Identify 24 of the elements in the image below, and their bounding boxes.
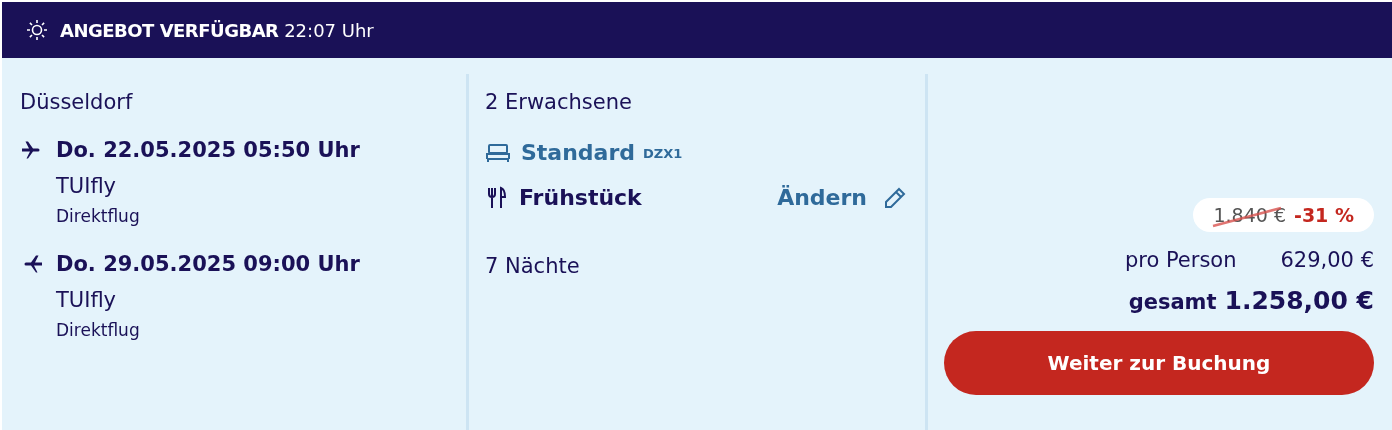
- offer-status: ANGEBOT VERFÜGBAR 22:07 Uhr: [60, 19, 374, 41]
- board-type: Frühstück: [519, 185, 642, 210]
- flight-type: Direktflug: [56, 206, 141, 226]
- change-link[interactable]: Ändern: [777, 185, 867, 210]
- room-name: Standard: [521, 140, 636, 165]
- book-button[interactable]: Weiter zur Buchung: [944, 331, 1374, 395]
- airline: TUIfly: [56, 174, 118, 198]
- per-person-price: 629,00 €: [1280, 248, 1374, 272]
- travellers: 2 Erwachsene: [485, 90, 633, 114]
- room-code: DZX1: [643, 146, 683, 161]
- total-label: gesamt: [1128, 290, 1217, 314]
- cutlery-icon: [485, 185, 509, 210]
- sun-icon: [26, 19, 48, 41]
- airline: TUIfly: [56, 288, 118, 312]
- per-person-label: pro Person: [1124, 248, 1237, 272]
- departure-city: Düsseldorf: [20, 90, 134, 114]
- flight-datetime: Do. 22.05.2025 05:50 Uhr: [56, 137, 361, 164]
- total-price: 1.258,00 €: [1224, 286, 1374, 315]
- flight-type: Direktflug: [56, 320, 141, 340]
- discount-percent: -31 %: [1294, 204, 1354, 226]
- pencil-icon[interactable]: [883, 185, 907, 210]
- flight-datetime: Do. 29.05.2025 09:00 Uhr: [56, 251, 361, 278]
- bed-icon: [485, 142, 511, 163]
- nights: 7 Nächte: [485, 254, 581, 278]
